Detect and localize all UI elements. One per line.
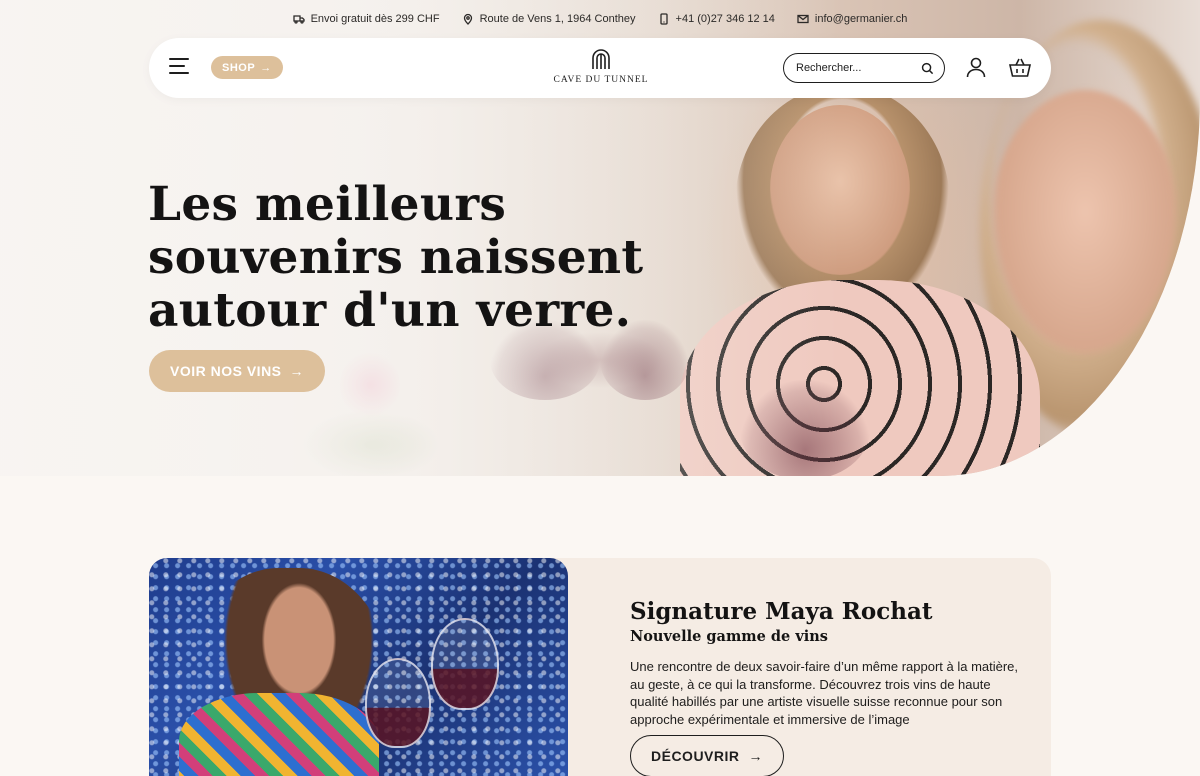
- hero-title-line: souvenirs naissent: [148, 230, 644, 285]
- main-header: SHOP → CAVE DU TUNNEL: [149, 38, 1051, 98]
- truck-icon: [292, 15, 305, 24]
- phone-icon: [659, 13, 668, 25]
- phone-text: +41 (0)27 346 12 14: [675, 13, 775, 25]
- search-bar[interactable]: [783, 53, 945, 83]
- hero-title-line: autour d'un verre.: [148, 283, 632, 338]
- shop-button[interactable]: SHOP →: [211, 56, 283, 79]
- account-button[interactable]: [965, 56, 987, 78]
- shop-label: SHOP: [222, 61, 256, 74]
- shipping-info: Envoi gratuit dès 299 CHF: [292, 13, 440, 25]
- hamburger-menu-button[interactable]: [169, 58, 191, 76]
- discover-button[interactable]: DÉCOUVRIR →: [630, 735, 785, 776]
- hamburger-icon-line: [169, 72, 189, 74]
- hamburger-icon: [169, 58, 189, 60]
- arrow-right-icon: →: [260, 61, 272, 74]
- email-info[interactable]: info@germanier.ch: [797, 13, 908, 25]
- feature-title: Signature Maya Rochat: [630, 598, 933, 625]
- view-wines-button[interactable]: VOIR NOS VINS →: [149, 350, 326, 392]
- map-pin-icon: [463, 13, 472, 25]
- mail-icon: [797, 14, 809, 24]
- hero-title: Les meilleurs souvenirs naissent autour …: [148, 178, 668, 337]
- tunnel-arch-icon: [592, 49, 610, 69]
- logo[interactable]: CAVE DU TUNNEL: [553, 48, 649, 85]
- feature-description: Une rencontre de deux savoir-faire d’un …: [630, 659, 1019, 727]
- shipping-text: Envoi gratuit dès 299 CHF: [310, 13, 440, 25]
- search-input[interactable]: [796, 62, 921, 74]
- feature-subtitle: Nouvelle gamme de vins: [630, 628, 828, 645]
- top-info-bar: Envoi gratuit dès 299 CHF Route de Vens …: [0, 0, 1200, 38]
- search-icon[interactable]: [921, 62, 934, 75]
- logo-text: CAVE DU TUNNEL: [553, 75, 649, 85]
- wine-glass: [365, 658, 431, 748]
- cart-button[interactable]: [1008, 56, 1032, 78]
- arrow-right-icon: →: [289, 363, 305, 379]
- address-info[interactable]: Route de Vens 1, 1964 Conthey: [462, 13, 636, 25]
- hamburger-icon-line: [169, 65, 185, 67]
- user-icon: [966, 57, 986, 78]
- discover-label: DÉCOUVRIR: [651, 748, 740, 764]
- address-text: Route de Vens 1, 1964 Conthey: [479, 13, 636, 25]
- arrow-right-icon: →: [748, 748, 764, 764]
- email-text: info@germanier.ch: [814, 13, 908, 25]
- feature-image: [149, 558, 568, 776]
- feature-content: Signature Maya Rochat Nouvelle gamme de …: [630, 598, 1040, 728]
- artist-shirt: [179, 693, 379, 776]
- hero-title-line: Les meilleurs: [148, 177, 507, 232]
- basket-icon: [1008, 58, 1032, 77]
- wine-glass: [431, 618, 499, 710]
- phone-info[interactable]: +41 (0)27 346 12 14: [658, 13, 775, 25]
- view-wines-label: VOIR NOS VINS: [170, 363, 282, 379]
